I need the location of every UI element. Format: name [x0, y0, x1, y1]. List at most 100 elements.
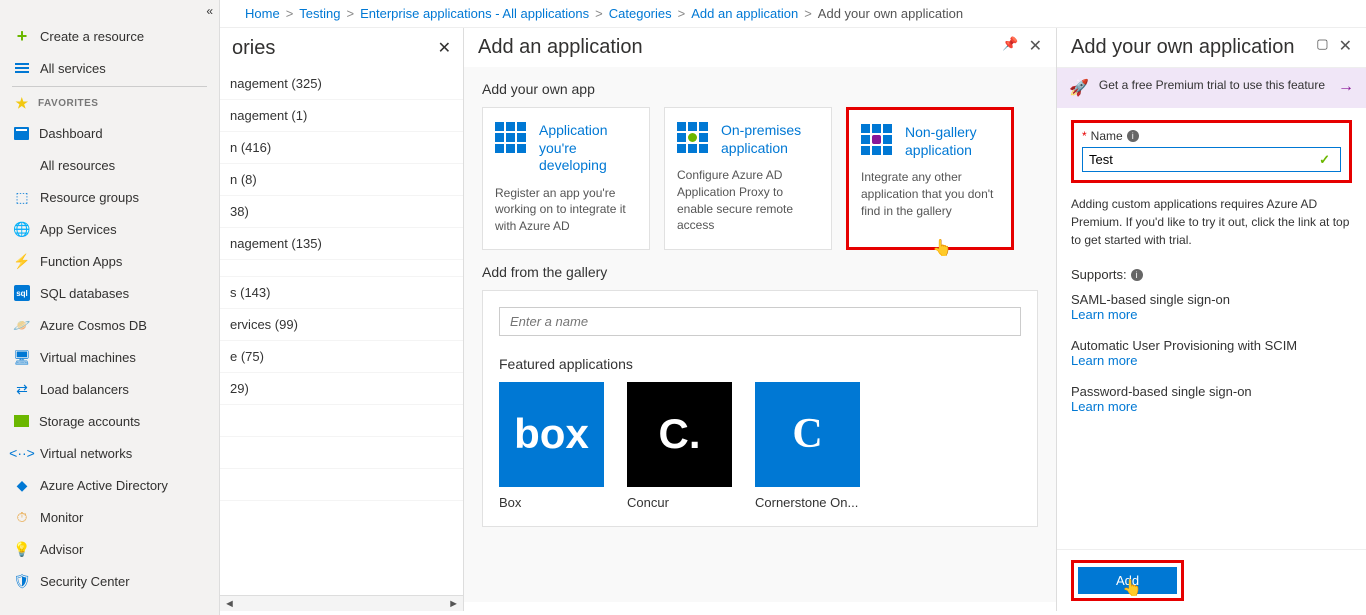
learnmore-password[interactable]: Learn more	[1071, 399, 1352, 414]
breadcrumb-categories[interactable]: Categories	[609, 6, 672, 21]
sidebar-item-cosmosdb[interactable]: 🪐Azure Cosmos DB	[0, 309, 219, 341]
sidebar-item-allresources[interactable]: All resources	[0, 149, 219, 181]
sidebar-item-azuread[interactable]: ◆Azure Active Directory	[0, 469, 219, 501]
star-icon: ★	[14, 95, 30, 111]
premium-promo[interactable]: 🚀 Get a free Premium trial to use this f…	[1057, 68, 1366, 108]
info-icon[interactable]: i	[1131, 269, 1143, 281]
pin-icon[interactable]: 📌	[1002, 36, 1018, 56]
addapp-close[interactable]: ✕	[1029, 36, 1042, 56]
appservices-icon: 🌐	[14, 221, 30, 237]
breadcrumb-testing[interactable]: Testing	[299, 6, 340, 21]
categories-title: ories	[232, 37, 275, 60]
addapp-blade: Add an application 📌 ✕ Add your own app …	[464, 28, 1057, 611]
category-row[interactable]: nagement (135)	[220, 228, 463, 260]
category-row[interactable]: n (416)	[220, 132, 463, 164]
ownapp-section-title: Add your own app	[482, 81, 1038, 97]
categories-hscroll[interactable]: ◄►	[220, 595, 463, 611]
advisor-icon: 💡	[14, 541, 30, 557]
rocket-icon: 🚀	[1069, 78, 1089, 98]
sidebar-divider	[12, 86, 207, 87]
maximize-icon[interactable]: ▢	[1316, 36, 1328, 56]
sidebar-item-appservices[interactable]: 🌐App Services	[0, 213, 219, 245]
functionapps-icon: ⚡	[14, 253, 30, 269]
favorites-header: ★ FAVORITES	[0, 89, 219, 117]
category-row[interactable]	[220, 405, 463, 437]
all-services[interactable]: All services	[0, 52, 219, 84]
sidebar: « + Create a resource All services ★ FAV…	[0, 0, 220, 615]
sidebar-item-resourcegroups[interactable]: ⬚Resource groups	[0, 181, 219, 213]
nongallery-icon	[861, 124, 895, 158]
breadcrumb-entapps[interactable]: Enterprise applications - All applicatio…	[360, 6, 589, 21]
support-saml: SAML-based single sign-on Learn more	[1071, 292, 1352, 322]
tile-nongallery[interactable]: Non-gallery application Integrate any ot…	[846, 107, 1014, 250]
sidebar-item-sqldatabases[interactable]: sqlSQL databases	[0, 277, 219, 309]
category-row[interactable]	[220, 469, 463, 501]
featured-title: Featured applications	[499, 356, 1021, 372]
dashboard-icon	[14, 127, 29, 140]
category-row[interactable]: nagement (1)	[220, 100, 463, 132]
category-row[interactable]: ervices (99)	[220, 309, 463, 341]
ownapp-blade: Add your own application ▢ ✕ 🚀 Get a fre…	[1057, 28, 1366, 611]
breadcrumb-home[interactable]: Home	[245, 6, 280, 21]
sidebar-item-functionapps[interactable]: ⚡Function Apps	[0, 245, 219, 277]
checkmark-icon: ✓	[1319, 152, 1330, 168]
sidebar-item-securitycenter[interactable]: 🛡Security Center	[0, 565, 219, 597]
category-row[interactable]: s (143)	[220, 277, 463, 309]
vm-icon: 🖥	[14, 349, 30, 365]
ownapp-title: Add your own application	[1071, 36, 1294, 59]
security-icon: 🛡	[14, 573, 30, 589]
learnmore-scim[interactable]: Learn more	[1071, 353, 1352, 368]
promo-arrow-icon: →	[1338, 78, 1354, 96]
category-row[interactable]: 38)	[220, 196, 463, 228]
category-row[interactable]: nagement (325)	[220, 68, 463, 100]
name-label: * Name i	[1082, 129, 1341, 143]
allresources-icon	[14, 157, 30, 173]
add-button[interactable]: Add	[1078, 567, 1177, 594]
plus-icon: +	[14, 28, 30, 44]
breadcrumb-current: Add your own application	[818, 6, 963, 21]
category-row[interactable]: n (8)	[220, 164, 463, 196]
category-row[interactable]	[220, 437, 463, 469]
category-row[interactable]: e (75)	[220, 341, 463, 373]
gallery-section-title: Add from the gallery	[482, 264, 1038, 280]
breadcrumb-addapp[interactable]: Add an application	[691, 6, 798, 21]
name-input[interactable]	[1089, 152, 1316, 167]
onprem-icon	[677, 122, 711, 156]
sidebar-item-dashboard[interactable]: Dashboard	[0, 117, 219, 149]
collapse-sidebar[interactable]: «	[0, 2, 219, 20]
tile-onprem[interactable]: On-premises application Configure Azure …	[664, 107, 832, 250]
support-scim: Automatic User Provisioning with SCIM Le…	[1071, 338, 1352, 368]
sidebar-item-loadbalancers[interactable]: ⇄Load balancers	[0, 373, 219, 405]
sidebar-item-virtualmachines[interactable]: 🖥Virtual machines	[0, 341, 219, 373]
monitor-icon: ⏱	[14, 509, 30, 525]
learnmore-saml[interactable]: Learn more	[1071, 307, 1352, 322]
all-services-label: All services	[40, 61, 106, 76]
supports-label: Supports: i	[1071, 267, 1352, 282]
featured-concur[interactable]: C. Concur	[627, 382, 737, 510]
category-row[interactable]	[220, 260, 463, 277]
categories-close[interactable]: ✕	[438, 38, 451, 58]
app-dev-icon	[495, 122, 529, 156]
tile-app-developing[interactable]: Application you're developing Register a…	[482, 107, 650, 250]
sidebar-item-advisor[interactable]: 💡Advisor	[0, 533, 219, 565]
category-row[interactable]: 29)	[220, 373, 463, 405]
categories-blade: ories ✕ nagement (325) nagement (1) n (4…	[220, 28, 464, 611]
addapp-title: Add an application	[478, 36, 643, 59]
resourcegroups-icon: ⬚	[14, 189, 30, 205]
info-icon[interactable]: i	[1127, 130, 1139, 142]
create-resource[interactable]: + Create a resource	[0, 20, 219, 52]
ownapp-close[interactable]: ✕	[1339, 36, 1352, 56]
support-password: Password-based single sign-on Learn more	[1071, 384, 1352, 414]
lb-icon: ⇄	[14, 381, 30, 397]
storage-icon	[14, 415, 29, 427]
sidebar-item-storageaccounts[interactable]: Storage accounts	[0, 405, 219, 437]
cornerstone-art: C	[755, 382, 860, 487]
featured-box[interactable]: box Box	[499, 382, 609, 510]
help-text: Adding custom applications requires Azur…	[1071, 195, 1352, 249]
aad-icon: ◆	[14, 477, 30, 493]
sidebar-item-monitor[interactable]: ⏱Monitor	[0, 501, 219, 533]
featured-cornerstone[interactable]: C Cornerstone On...	[755, 382, 865, 510]
gallery-search-input[interactable]	[499, 307, 1021, 336]
create-resource-label: Create a resource	[40, 29, 144, 44]
sidebar-item-virtualnetworks[interactable]: <··>Virtual networks	[0, 437, 219, 469]
